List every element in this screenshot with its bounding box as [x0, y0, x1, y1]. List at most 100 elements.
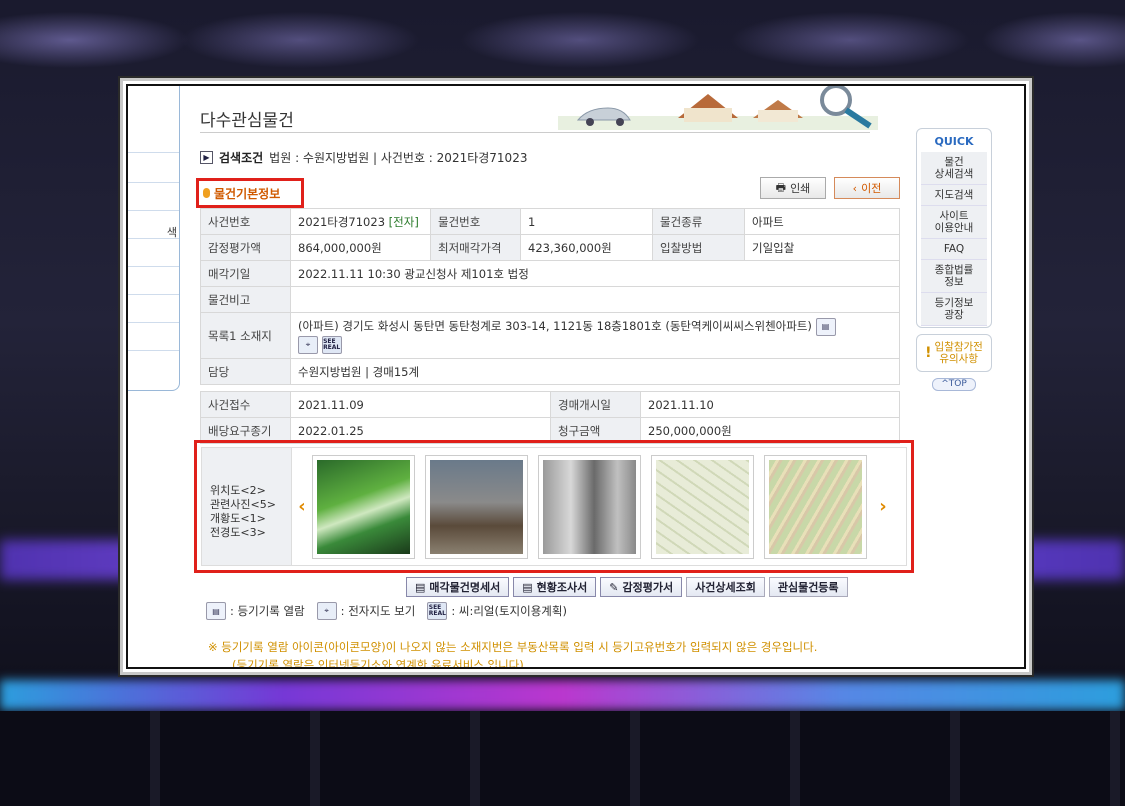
appraisal-value: 864,000,000원: [290, 234, 431, 261]
document-icon: ▤: [522, 580, 533, 594]
photo-gallery: 위치도<2> 관련사진<5> 개황도<1> 전경도<3> ‹ ›: [201, 447, 907, 566]
case-received-label: 사건접수: [200, 391, 291, 418]
header-illustration: [558, 86, 878, 130]
title-divider: [200, 132, 870, 133]
print-label: 인쇄: [790, 182, 811, 195]
chevron-left-icon: ‹: [852, 181, 858, 195]
prev-label: 이전: [861, 182, 882, 195]
manager-label: 담당: [200, 358, 291, 385]
photo-label-related[interactable]: 관련사진<5>: [210, 498, 291, 512]
left-nav-strip: 색: [128, 86, 180, 391]
action-buttons: ▤ 매각물건명세서 ▤ 현황조사서 ✎ 감정평가서 사건상세조회 관심물건등록: [406, 577, 848, 597]
electronic-badge: [전자]: [388, 214, 419, 229]
print-button[interactable]: 🖶 인쇄: [760, 177, 826, 199]
table-row: 사건번호 2021타경71023 [전자] 물건번호 1 물건종류 아파트: [200, 208, 900, 235]
legend-real: : 씨:리얼(토지이용계획): [451, 604, 567, 618]
registry-icon[interactable]: ▤: [815, 317, 836, 336]
table-row: 물건비고: [200, 286, 900, 313]
manager-value: 수원지방법원 | 경매15계: [290, 358, 900, 385]
table-row: 감정평가액 864,000,000원 최저매각가격 423,360,000원 입…: [200, 234, 900, 261]
bid-caution-button[interactable]: ! 입찰참가전 유의사항: [916, 334, 992, 372]
case-number-label: 사건번호: [200, 208, 291, 235]
notice-line-2: (등기기록 열람은 인터넷등기소와 연계한 유료서비스 입니다): [232, 658, 524, 669]
sale-date-label: 매각기일: [200, 260, 291, 287]
item-number-value: 1: [520, 208, 653, 235]
icon-legend: ▤ : 등기기록 열람 ⌖ : 전자지도 보기 SEE REAL : 씨:리얼(토…: [206, 602, 567, 620]
table-row: 매각기일 2022.11.11 10:30 광교신청사 제101호 법정: [200, 260, 900, 287]
bid-method-label: 입찰방법: [652, 234, 745, 261]
note-label: 물건비고: [200, 286, 291, 313]
parking-photo: [317, 459, 410, 554]
chevron-left-icon[interactable]: ‹: [292, 448, 312, 565]
thumbnail[interactable]: [425, 454, 528, 559]
min-price-label: 최저매각가격: [430, 234, 521, 261]
basic-info-table: 사건번호 2021타경71023 [전자] 물건번호 1 물건종류 아파트 감정…: [200, 208, 900, 385]
sea-real-icon: SEE REAL: [427, 602, 448, 620]
map-icon[interactable]: ⌖: [298, 336, 318, 354]
item-number-label: 물건번호: [430, 208, 521, 235]
screenshot-frame: 색 다수관심물건 ▶ 검색조건 법원 : 수원지방법원 | 사건번호 : 202…: [120, 78, 1032, 675]
appraisal-label: 감정평가액: [200, 234, 291, 261]
quick-item-faq[interactable]: FAQ: [921, 239, 987, 260]
table-row: 사건접수 2021.11.09 경매개시일 2021.11.10: [200, 391, 900, 418]
case-dates-table: 사건접수 2021.11.09 경매개시일 2021.11.10 배당요구종기 …: [200, 391, 900, 444]
thumbnail[interactable]: [651, 454, 754, 559]
add-favorite-button[interactable]: 관심물건등록: [768, 577, 848, 597]
quick-item-site-guide[interactable]: 사이트 이용안내: [921, 206, 987, 239]
page-title: 다수관심물건: [200, 111, 294, 131]
sea-real-icon[interactable]: SEE REAL: [321, 336, 342, 354]
section-title: 물건기본정보: [214, 186, 281, 201]
bid-caution-label: 입찰참가전 유의사항: [934, 341, 983, 365]
photo-label-overview[interactable]: 개황도<1>: [210, 512, 291, 526]
location-map-image: [656, 459, 749, 554]
legend-map: : 전자지도 보기: [340, 604, 416, 618]
background-keyboard: [0, 711, 1125, 806]
quick-item-detail-search[interactable]: 물건 상세검색: [921, 152, 987, 185]
table-row: 담당 수원지방법원 | 경매15계: [200, 358, 900, 385]
search-condition-text: 법원 : 수원지방법원 | 사건번호 : 2021타경71023: [269, 151, 528, 165]
search-condition-label: 검색조건: [219, 151, 264, 165]
background-glow-bottom: [0, 680, 1125, 710]
sale-statement-button[interactable]: ▤ 매각물건명세서: [406, 577, 510, 597]
notice-line-1: ※ 등기기록 열람 아이콘(아이콘모양)이 나오지 않는 소재지번은 부동산목록…: [208, 640, 818, 654]
note-value: [290, 286, 900, 313]
case-received-value: 2021.11.09: [290, 391, 551, 418]
edit-icon: ✎: [609, 580, 619, 594]
location-value: (아파트) 경기도 화성시 동탄면 동탄청계로 303-14, 1121동 18…: [298, 319, 812, 333]
bid-method-value: 기일입찰: [744, 234, 900, 261]
arrow-box-icon: ▶: [200, 151, 213, 164]
quick-title: QUICK: [934, 135, 974, 148]
notice-text: ※ 등기기록 열람 아이콘(아이콘모양)이 나오지 않는 소재지번은 부동산목록…: [208, 638, 818, 669]
photo-labels: 위치도<2> 관련사진<5> 개황도<1> 전경도<3>: [202, 448, 292, 565]
thumbnail[interactable]: [764, 454, 867, 559]
page-window: 색 다수관심물건 ▶ 검색조건 법원 : 수원지방법원 | 사건번호 : 202…: [126, 84, 1026, 669]
auction-start-label: 경매개시일: [550, 391, 641, 418]
quick-menu: QUICK 물건 상세검색 지도검색 사이트 이용안내 FAQ 종합법률 정보 …: [916, 128, 992, 328]
registry-icon: ▤: [206, 602, 226, 620]
exclamation-icon: !: [925, 345, 932, 361]
item-type-value: 아파트: [744, 208, 900, 235]
photo-label-location[interactable]: 위치도<2>: [210, 484, 291, 498]
case-detail-button[interactable]: 사건상세조회: [686, 577, 765, 597]
thumbnail[interactable]: [312, 454, 415, 559]
left-nav-glyph: 색: [166, 226, 177, 239]
chevron-right-icon[interactable]: ›: [873, 448, 893, 565]
quick-item-map-search[interactable]: 지도검색: [921, 185, 987, 206]
prev-button[interactable]: ‹ 이전: [834, 177, 900, 199]
photo-gallery-box: 위치도<2> 관련사진<5> 개황도<1> 전경도<3> ‹ ›: [194, 440, 914, 573]
legend-registry: : 등기기록 열람: [230, 604, 305, 618]
item-type-label: 물건종류: [652, 208, 745, 235]
status-report-button[interactable]: ▤ 현황조사서: [513, 577, 597, 597]
quick-item-registry-plaza[interactable]: 등기정보 광장: [921, 293, 987, 326]
interior-photo: [543, 459, 636, 554]
sale-date-value: 2022.11.11 10:30 광교신청사 제101호 법정: [290, 260, 900, 287]
map-icon: ⌖: [316, 602, 337, 620]
quick-item-law-info[interactable]: 종합법률 정보: [921, 260, 987, 293]
quick-list: 물건 상세검색 지도검색 사이트 이용안내 FAQ 종합법률 정보 등기정보 광…: [921, 152, 987, 326]
appraisal-report-button[interactable]: ✎ 감정평가서: [600, 577, 683, 597]
photo-label-panorama[interactable]: 전경도<3>: [210, 526, 291, 540]
thumbnail[interactable]: [538, 454, 641, 559]
location-cell: (아파트) 경기도 화성시 동탄면 동탄청계로 303-14, 1121동 18…: [290, 312, 900, 359]
auction-start-value: 2021.11.10: [640, 391, 900, 418]
top-button[interactable]: ^TOP: [932, 378, 976, 391]
